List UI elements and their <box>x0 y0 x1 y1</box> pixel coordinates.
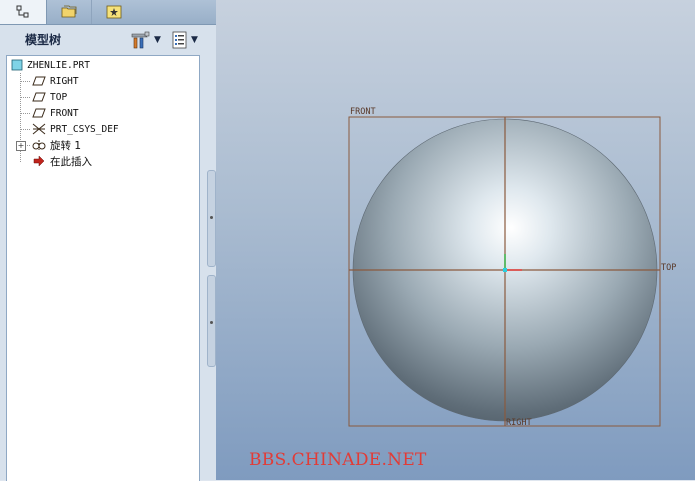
tree-connector <box>20 113 30 114</box>
tree-item-csys[interactable]: PRT_CSYS_DEF <box>32 121 119 137</box>
tree-item-front-plane[interactable]: FRONT <box>32 105 79 121</box>
sash-dot <box>210 321 213 324</box>
watermark-text: BBS.CHINADE.NET <box>249 450 427 470</box>
folder-icon <box>61 5 77 18</box>
datum-plane-icon <box>32 76 46 86</box>
tree-connector <box>20 129 30 130</box>
tree-item-label: RIGHT <box>50 75 79 87</box>
csys-origin <box>503 268 507 272</box>
tree-item-label: PRT_CSYS_DEF <box>50 123 119 135</box>
front-plane-label: FRONT <box>350 107 376 117</box>
panel-sash[interactable] <box>207 170 216 370</box>
tools-icon <box>131 31 150 49</box>
chevron-down-icon: ▼ <box>154 35 161 45</box>
part-icon <box>11 59 23 71</box>
tree-connector <box>20 97 30 98</box>
top-plane-label: TOP <box>661 263 677 273</box>
tree-show-button[interactable]: ▼ <box>172 29 208 51</box>
model-tree-icon <box>16 5 29 18</box>
tree-item-label: 在此插入 <box>50 155 92 168</box>
list-icon <box>172 31 187 49</box>
model-tree-title: 模型树 <box>25 33 62 47</box>
right-plane-label: RIGHT <box>506 418 532 428</box>
model-tree-header: 模型树 ▼ ▼ <box>6 25 208 55</box>
chevron-down-icon: ▼ <box>191 35 198 45</box>
datum-plane-icon <box>32 108 46 118</box>
tree-item-top-plane[interactable]: TOP <box>32 89 67 105</box>
tree-item-label: 旋转 1 <box>50 139 82 152</box>
graphics-window[interactable]: FRONT TOP RIGHT BBS.CHINADE.NET <box>216 0 695 480</box>
tree-item-label: ZHENLIE.PRT <box>27 59 90 71</box>
tree-item-root[interactable]: ZHENLIE.PRT <box>11 57 90 73</box>
tree-item-label: TOP <box>50 91 68 103</box>
tree-item-label: FRONT <box>50 107 79 119</box>
datum-plane-icon <box>32 92 46 102</box>
tree-item-right-plane[interactable]: RIGHT <box>32 73 79 89</box>
favorites-icon <box>106 5 122 19</box>
expand-toggle-icon[interactable]: + <box>16 141 26 151</box>
tree-settings-button[interactable]: ▼ <box>131 29 167 51</box>
sash-dot <box>210 216 213 219</box>
tab-favorites[interactable] <box>92 0 136 24</box>
tree-connector <box>20 81 30 82</box>
revolve-icon <box>32 140 46 150</box>
insert-arrow-icon <box>33 155 45 167</box>
tree-item-revolve[interactable]: 旋转 1 <box>32 137 81 153</box>
sash-grip-lower[interactable] <box>207 275 216 367</box>
navigator-panel: 模型树 ▼ ▼ ZHENLIE.PRT RIGHT TOP FRONT PRT_… <box>0 0 216 481</box>
tree-item-insert-here[interactable]: 在此插入 <box>32 153 92 169</box>
sash-grip-upper[interactable] <box>207 170 216 267</box>
model-viewport[interactable] <box>216 0 695 480</box>
csys-icon <box>32 123 46 135</box>
tab-folder-browser[interactable] <box>47 0 91 24</box>
model-tree: ZHENLIE.PRT RIGHT TOP FRONT PRT_CSYS_DEF… <box>6 55 200 481</box>
tab-model-tree[interactable] <box>0 0 47 24</box>
navigator-tab-strip <box>0 0 216 25</box>
